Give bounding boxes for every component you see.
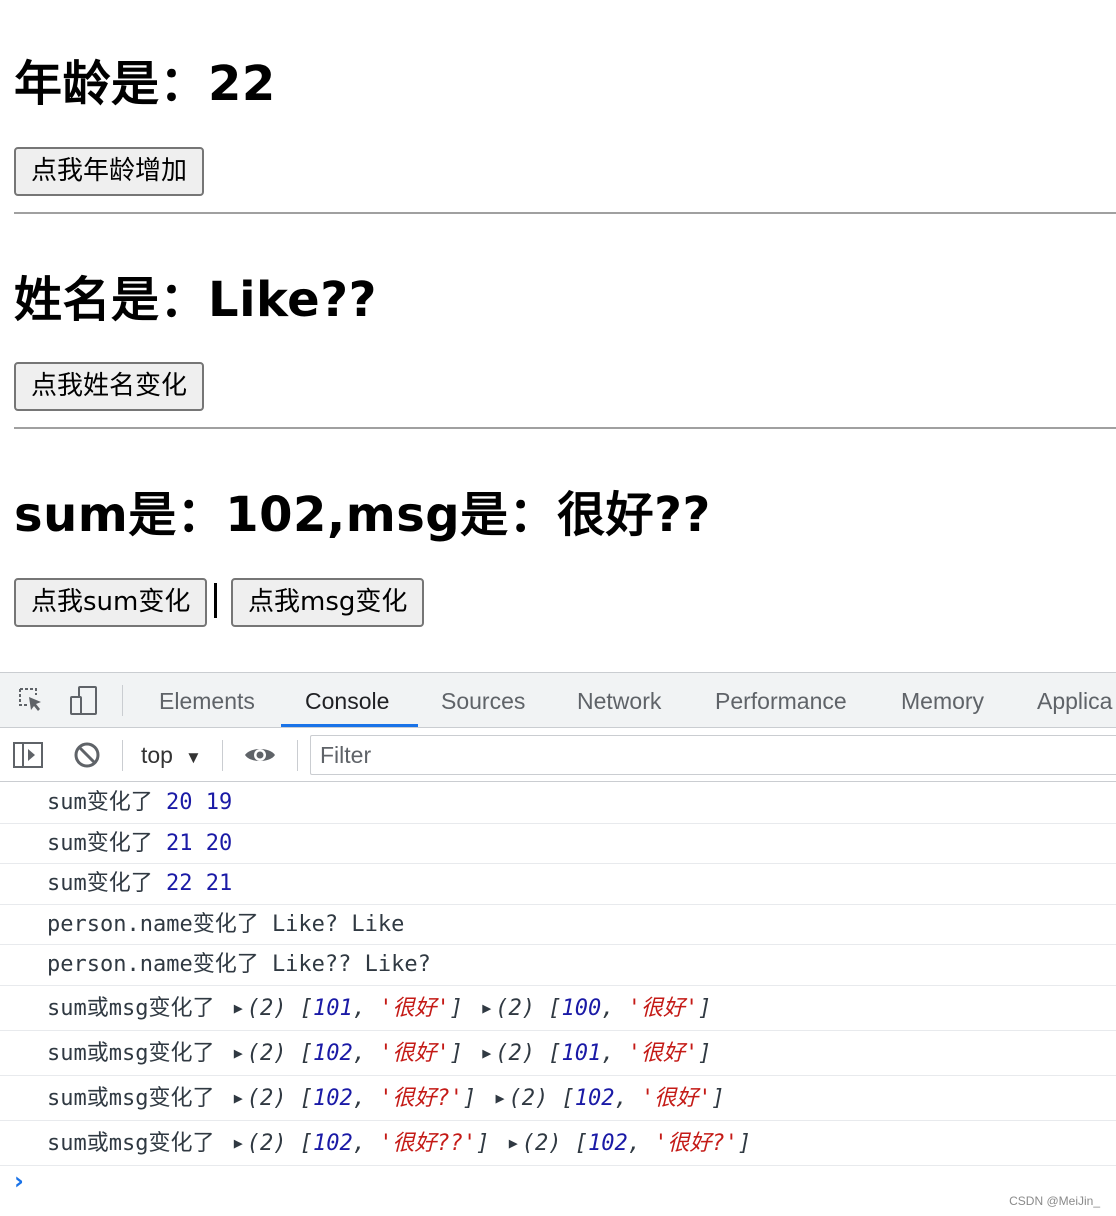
divider [14, 212, 1116, 214]
array-preview[interactable]: ▶ (2) [101, '很好'] [476, 1041, 711, 1066]
log-row: sum变化了 22 21 [0, 864, 1116, 905]
toolbar-separator [297, 740, 298, 771]
separator-bar [214, 583, 217, 618]
array-preview[interactable]: ▶ (2) [102, '很好?'] [228, 1086, 477, 1111]
log-row: person.name变化了 Like?? Like? [0, 945, 1116, 986]
log-row: sum变化了 21 20 [0, 824, 1116, 864]
array-preview[interactable]: ▶ (2) [101, '很好'] [228, 996, 463, 1021]
context-label: top [141, 742, 173, 768]
sidebar-toggle-icon[interactable] [12, 740, 44, 770]
tab-memory[interactable]: Memory [901, 673, 984, 727]
context-selector[interactable]: top ▼ [141, 728, 202, 782]
array-preview[interactable]: ▶ (2) [102, '很好?'] [503, 1131, 752, 1156]
console-prompt-icon[interactable]: › [14, 1167, 24, 1195]
filter-input[interactable] [310, 735, 1116, 775]
expand-triangle-icon[interactable]: ▶ [509, 1121, 518, 1166]
log-number: 20 [166, 790, 193, 815]
log-row: sum或msg变化了 ▶ (2) [102, '很好?'] ▶ (2) [102, … [0, 1076, 1116, 1121]
log-label: sum或msg变化了 [47, 1130, 215, 1156]
clear-console-icon[interactable] [72, 740, 104, 770]
tab-network[interactable]: Network [577, 673, 661, 727]
expand-triangle-icon[interactable]: ▶ [234, 1076, 243, 1121]
log-row: sum或msg变化了 ▶ (2) [101, '很好'] ▶ (2) [100, '… [0, 986, 1116, 1031]
tab-application[interactable]: Applica [1037, 673, 1112, 727]
array-preview[interactable]: ▶ (2) [102, '很好'] [490, 1086, 725, 1111]
active-tab-indicator [281, 724, 418, 727]
devtools-panel: Elements Console Sources Network Perform… [0, 672, 1116, 1216]
log-label: sum或msg变化了 [47, 1085, 215, 1111]
array-preview[interactable]: ▶ (2) [100, '很好'] [476, 996, 711, 1021]
log-label: sum或msg变化了 [47, 995, 215, 1021]
toolbar-separator [222, 740, 223, 771]
age-heading: 年龄是：22 [14, 56, 276, 112]
age-increase-button[interactable]: 点我年龄增加 [14, 147, 205, 196]
log-row: sum或msg变化了 ▶ (2) [102, '很好??'] ▶ (2) [102,… [0, 1121, 1116, 1166]
name-heading: 姓名是：Like?? [14, 272, 377, 328]
divider [14, 427, 1116, 429]
log-text: person.name变化了 Like?? Like? [47, 952, 431, 977]
log-number: 21 [166, 830, 193, 856]
inspect-icon[interactable] [16, 685, 46, 715]
log-number: 22 [166, 871, 193, 896]
console-messages: sum变化了 20 19 sum变化了 21 20 sum变化了 22 21 p… [0, 783, 1116, 1166]
name-change-button[interactable]: 点我姓名变化 [14, 362, 205, 411]
tab-sources[interactable]: Sources [441, 673, 525, 727]
tab-elements[interactable]: Elements [159, 673, 255, 727]
toolbar-separator [122, 740, 123, 771]
log-number: 20 [205, 830, 233, 856]
log-label: sum变化了 [47, 830, 153, 856]
page-content: 年龄是：22 点我年龄增加 姓名是：Like?? 点我姓名变化 sum是：102… [0, 0, 1116, 672]
watermark: CSDN @MeiJin_ [1009, 1194, 1100, 1208]
console-toolbar: top ▼ [0, 728, 1116, 782]
log-number: 19 [205, 790, 233, 815]
expand-triangle-icon[interactable]: ▶ [482, 986, 491, 1031]
devtools-tab-bar: Elements Console Sources Network Perform… [0, 673, 1116, 728]
array-preview[interactable]: ▶ (2) [102, '很好'] [228, 1041, 463, 1066]
msg-change-button[interactable]: 点我msg变化 [231, 578, 425, 627]
expand-triangle-icon[interactable]: ▶ [234, 986, 243, 1031]
caret-down-icon: ▼ [184, 748, 202, 767]
log-row: sum或msg变化了 ▶ (2) [102, '很好'] ▶ (2) [101, '… [0, 1031, 1116, 1076]
log-row: person.name变化了 Like? Like [0, 905, 1116, 945]
expand-triangle-icon[interactable]: ▶ [496, 1076, 505, 1121]
expand-triangle-icon[interactable]: ▶ [234, 1121, 243, 1166]
sum-change-button[interactable]: 点我sum变化 [14, 578, 208, 627]
log-number: 21 [205, 871, 233, 896]
toolbar-separator [122, 685, 123, 716]
log-text: person.name变化了 Like? Like [47, 911, 405, 937]
log-label: sum变化了 [47, 871, 153, 896]
log-label: sum变化了 [47, 790, 153, 815]
sum-msg-heading: sum是：102,msg是：很好?? [14, 487, 711, 543]
expand-triangle-icon[interactable]: ▶ [234, 1031, 243, 1076]
tab-console[interactable]: Console [305, 673, 389, 727]
device-toolbar-icon[interactable] [68, 685, 98, 715]
log-row: sum变化了 20 19 [0, 783, 1116, 824]
tab-performance[interactable]: Performance [715, 673, 847, 727]
array-preview[interactable]: ▶ (2) [102, '很好??'] [228, 1131, 490, 1156]
expand-triangle-icon[interactable]: ▶ [482, 1031, 491, 1076]
eye-icon[interactable] [243, 740, 275, 770]
log-label: sum或msg变化了 [47, 1040, 215, 1066]
